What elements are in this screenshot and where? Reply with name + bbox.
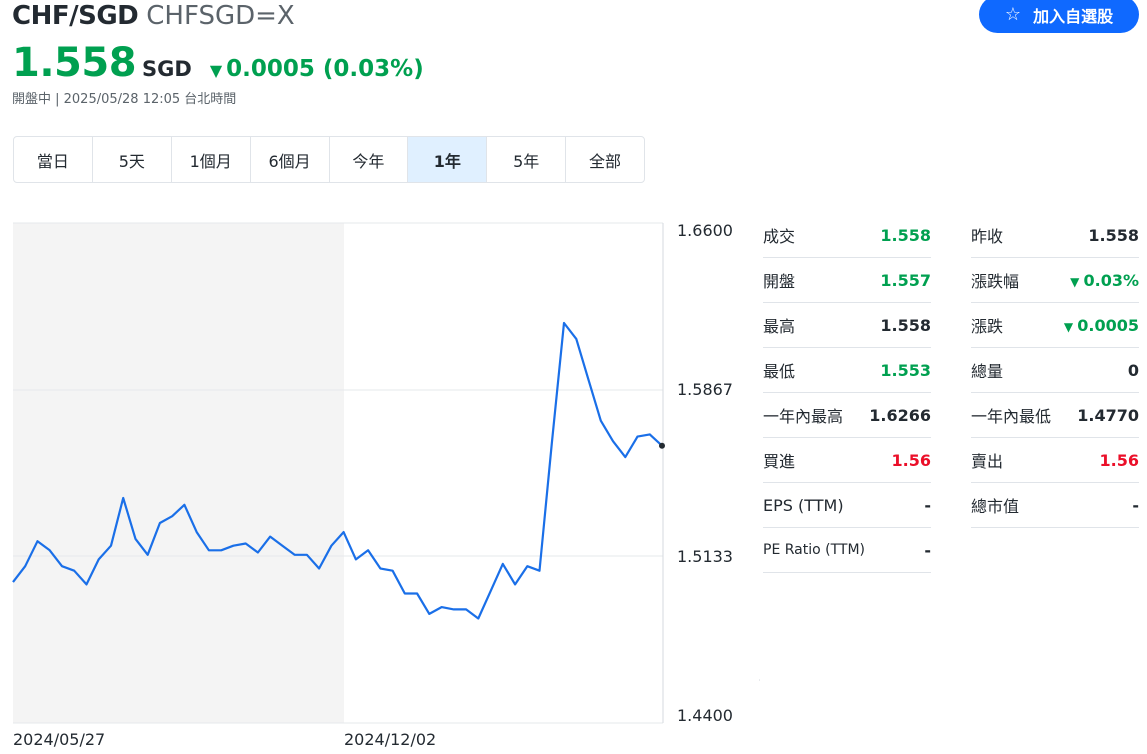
price-currency: SGD (142, 57, 192, 81)
price-chart[interactable]: 1.6600 1.5867 1.5133 1.4400 2024/05/27 2… (0, 210, 760, 754)
quote-label: 開盤 (763, 272, 796, 291)
down-triangle-icon: ▼ (1063, 319, 1078, 334)
quote-label: 漲跌幅 (971, 272, 1020, 291)
quote-value-text: - (924, 540, 931, 560)
quote-label: 一年內最低 (971, 407, 1052, 426)
quote-row: 漲跌幅 ▼ 0.03% (971, 258, 1139, 303)
quote-label: 漲跌 (971, 317, 1004, 336)
tab-range[interactable]: 今年 (330, 137, 409, 182)
quote-label: 總市值 (971, 497, 1020, 516)
quote-row: 開盤 1.557 (763, 258, 931, 303)
x-tick-label: 2024/12/02 (344, 730, 436, 749)
quote-value: - (1132, 496, 1139, 515)
quote-value: - (924, 541, 931, 560)
quote-value: 1.56 (892, 451, 931, 470)
quote-row: 昨收 1.558 (971, 213, 1139, 258)
quote-value-text: 1.4770 (1077, 405, 1139, 425)
quote-row: PE Ratio (TTM) - (763, 528, 931, 573)
quote-label: 成交 (763, 227, 796, 246)
quote-value-text: 1.6266 (869, 405, 931, 425)
quote-value: 1.558 (880, 226, 931, 245)
quote-table-left: 成交 1.558 開盤 1.557 最高 1.558 最低 1.553 一年內最高 1.6266 買… (763, 213, 931, 573)
x-tick-label: 2024/05/27 (13, 730, 105, 749)
quote-row: 總市值 - (971, 483, 1139, 528)
price-change-value: 0.0005 (0.03%) (226, 56, 424, 82)
quote-label: 最高 (763, 317, 796, 336)
quote-row: 總量 0 (971, 348, 1139, 393)
quote-value-text: - (924, 495, 931, 515)
add-to-watchlist-button[interactable]: ☆ 加入自選股 (979, 0, 1139, 33)
quote-value-text: 1.557 (880, 270, 931, 290)
quote-value: 1.558 (1088, 226, 1139, 245)
last-price-dot (659, 442, 665, 449)
quote-value-text: 0 (1127, 360, 1139, 380)
quote-label: PE Ratio (TTM) (763, 542, 865, 558)
quote-label: EPS (TTM) (763, 495, 844, 515)
quote-row: 最低 1.553 (763, 348, 931, 393)
quote-value: 0 (1128, 361, 1139, 380)
ticker-code: CHFSGD=X (146, 1, 295, 31)
quote-value: ▼ 0.03% (1070, 271, 1139, 290)
quote-row: 最高 1.558 (763, 303, 931, 348)
quote-value: 1.56 (1100, 451, 1139, 470)
quote-label: 一年內最高 (763, 407, 844, 426)
y-tick-label: 1.4400 (677, 706, 733, 725)
quote-value-text: 1.558 (880, 315, 931, 335)
add-to-watchlist-label: 加入自選股 (1033, 6, 1114, 26)
quote-row: EPS (TTM) - (763, 483, 931, 528)
quote-table-right: 昨收 1.558 漲跌幅 ▼ 0.03% 漲跌 ▼ 0.0005 總量 0 一年內最低 1.477… (971, 213, 1139, 528)
quote-value-text: - (1132, 495, 1139, 515)
down-triangle-icon: ▼ (209, 61, 223, 80)
y-tick-label: 1.6600 (677, 221, 733, 240)
quote-label: 最低 (763, 362, 796, 381)
quote-value: 1.557 (880, 271, 931, 290)
y-tick-label: 1.5867 (677, 380, 733, 399)
quote-label: 賣出 (971, 452, 1004, 471)
quote-value: 1.553 (880, 361, 931, 380)
quote-value: - (924, 496, 931, 515)
symbol-title: CHF/SGD CHFSGD=X (12, 0, 295, 32)
quote-value: 1.6266 (869, 406, 931, 425)
tab-range[interactable]: 全部 (566, 137, 644, 182)
quote-value: ▼ 0.0005 (1064, 316, 1139, 335)
price-row: 1.558 SGD ▼ 0.0005 (0.03%) (12, 40, 424, 86)
quote-label: 昨收 (971, 227, 1004, 246)
quote-label: 買進 (763, 452, 796, 471)
quote-row: 成交 1.558 (763, 213, 931, 258)
quote-value-text: 1.558 (880, 225, 931, 245)
quote-value-text: 1.56 (891, 450, 931, 470)
quote-row: 賣出 1.56 (971, 438, 1139, 483)
currency-pair: CHF/SGD (12, 1, 139, 31)
quote-row: 一年內最高 1.6266 (763, 393, 931, 438)
quote-value: 1.4770 (1077, 406, 1139, 425)
quote-label: 總量 (971, 362, 1004, 381)
tab-range[interactable]: 5年 (487, 137, 567, 182)
quote-value-text: 1.558 (1088, 225, 1139, 245)
market-status: 開盤中 | 2025/05/28 12:05 台北時間 (12, 92, 237, 107)
quote-row: 一年內最低 1.4770 (971, 393, 1139, 438)
current-price: 1.558 (12, 40, 137, 86)
chart-shaded-region (13, 223, 344, 723)
price-chart-svg: 1.6600 1.5867 1.5133 1.4400 2024/05/27 2… (12, 221, 760, 749)
star-outline-icon: ☆ (1004, 4, 1022, 25)
quote-value: 1.558 (880, 316, 931, 335)
quote-value-text: 1.553 (880, 360, 931, 380)
tab-range[interactable]: 1年 (408, 137, 488, 182)
quote-row: 買進 1.56 (763, 438, 931, 483)
quote-value-text: 0.03% (1083, 270, 1139, 290)
tab-range[interactable]: 6個月 (251, 137, 330, 182)
quote-value-text: 0.0005 (1077, 315, 1139, 335)
quote-row: 漲跌 ▼ 0.0005 (971, 303, 1139, 348)
tab-range[interactable]: 5天 (93, 137, 172, 182)
price-change: ▼ 0.0005 (0.03%) (210, 56, 424, 82)
chart-corner-mark (758, 679, 760, 681)
range-tabs: 當日 5天 1個月 6個月 今年 1年 5年 全部 (13, 136, 645, 183)
tab-range[interactable]: 當日 (14, 137, 93, 182)
down-triangle-icon: ▼ (1070, 274, 1084, 289)
quote-value-text: 1.56 (1099, 450, 1139, 470)
tab-range[interactable]: 1個月 (172, 137, 251, 182)
y-tick-label: 1.5133 (677, 547, 733, 566)
